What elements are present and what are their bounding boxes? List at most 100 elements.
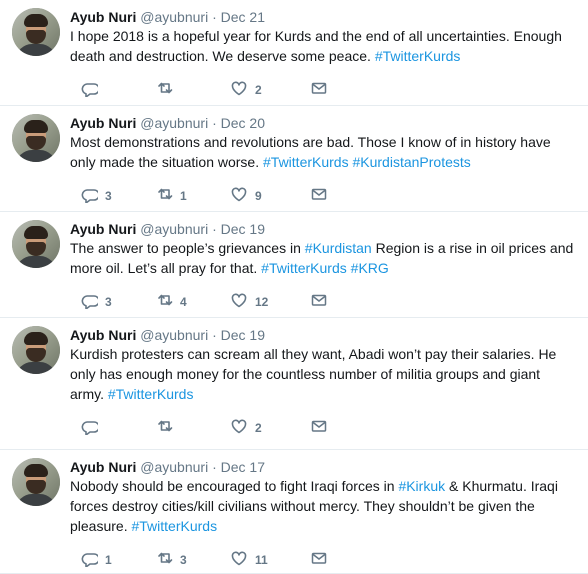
- author-handle[interactable]: @ayubnuri: [140, 459, 208, 475]
- direct-message-button[interactable]: [310, 80, 328, 100]
- text-segment: pleasure.: [70, 518, 132, 534]
- retweet-button[interactable]: [155, 418, 180, 438]
- hashtag-link[interactable]: #TwitterKurds: [261, 260, 347, 276]
- avatar[interactable]: [12, 458, 60, 506]
- tweet-header: Ayub Nuri @ayubnuri · Dec 17: [70, 458, 265, 476]
- reply-button[interactable]: 3: [80, 292, 112, 312]
- author-name[interactable]: Ayub Nuri: [70, 115, 136, 131]
- text-segment: Most demonstrations and revolutions are …: [70, 134, 551, 150]
- author-name[interactable]: Ayub Nuri: [70, 327, 136, 343]
- tweet-text-line: I hope 2018 is a hopeful year for Kurds …: [70, 26, 580, 46]
- tweet-date[interactable]: Dec 17: [221, 459, 265, 475]
- replies-count: 3: [105, 295, 112, 309]
- tweet-date[interactable]: Dec 19: [221, 327, 265, 343]
- hashtag-link[interactable]: #TwitterKurds: [263, 154, 349, 170]
- tweet-text-line: The answer to people’s grievances in #Ku…: [70, 238, 580, 258]
- tweet-text: Nobody should be encouraged to fight Ira…: [70, 476, 580, 536]
- text-segment: Nobody should be encouraged to fight Ira…: [70, 478, 399, 494]
- tweet-text-line: Nobody should be encouraged to fight Ira…: [70, 476, 580, 496]
- retweet-icon: [155, 79, 173, 102]
- tweet-text: Most demonstrations and revolutions are …: [70, 132, 580, 172]
- author-name[interactable]: Ayub Nuri: [70, 221, 136, 237]
- reply-icon: [80, 291, 100, 314]
- like-button[interactable]: 12: [230, 292, 268, 312]
- like-button[interactable]: 2: [230, 80, 262, 100]
- tweet-actions: 1 3 11: [70, 550, 570, 570]
- likes-count: 11: [255, 553, 268, 567]
- hashtag-link[interactable]: #TwitterKurds: [108, 386, 194, 402]
- retweets-count: 1: [180, 189, 187, 203]
- tweet-date[interactable]: Dec 20: [221, 115, 265, 131]
- text-segment: & Khurmatu. Iraqi: [445, 478, 558, 494]
- reply-button[interactable]: 1: [80, 550, 112, 570]
- likes-count: 2: [255, 421, 262, 435]
- tweet-item[interactable]: Ayub Nuri @ayubnuri · Dec 20 Most demonst…: [0, 106, 588, 212]
- likes-count: 12: [255, 295, 269, 309]
- tweet-timeline: Ayub Nuri @ayubnuri · Dec 21 I hope 2018 …: [0, 0, 588, 574]
- hashtag-link[interactable]: #TwitterKurds: [375, 48, 461, 64]
- hashtag-link[interactable]: #KRG: [351, 260, 389, 276]
- envelope-icon: [310, 291, 328, 314]
- text-segment: Region is a rise in oil prices and: [371, 240, 574, 256]
- retweet-button[interactable]: 3: [155, 550, 187, 570]
- hashtag-link[interactable]: #KurdistanProtests: [352, 154, 470, 170]
- direct-message-button[interactable]: [310, 292, 328, 312]
- reply-icon: [80, 185, 100, 208]
- tweet-text-line: forces destroy cities/kill civilians wit…: [70, 496, 580, 516]
- author-handle[interactable]: @ayubnuri: [140, 221, 208, 237]
- avatar[interactable]: [12, 8, 60, 56]
- tweet-actions: 2: [70, 418, 570, 438]
- retweet-button[interactable]: 1: [155, 186, 187, 206]
- tweet-item[interactable]: Ayub Nuri @ayubnuri · Dec 21 I hope 2018 …: [0, 0, 588, 106]
- like-button[interactable]: 11: [230, 550, 268, 570]
- hashtag-link[interactable]: #Kurdistan: [305, 240, 372, 256]
- retweet-icon: [155, 417, 173, 440]
- retweet-button[interactable]: [155, 80, 180, 100]
- reply-button[interactable]: [80, 80, 105, 100]
- text-segment: forces destroy cities/kill civilians wit…: [70, 498, 535, 514]
- text-segment: more oil. Let’s all pray for that.: [70, 260, 262, 276]
- heart-icon: [230, 291, 248, 314]
- tweet-header: Ayub Nuri @ayubnuri · Dec 19: [70, 220, 265, 238]
- tweet-text-line: death and destruction. We deserve some p…: [70, 46, 580, 66]
- reply-icon: [80, 79, 100, 102]
- direct-message-button[interactable]: [310, 186, 328, 206]
- tweet-date[interactable]: Dec 19: [221, 221, 265, 237]
- hashtag-link[interactable]: #Kirkuk: [398, 478, 445, 494]
- tweet-text-line: only has enough money for the countless …: [70, 364, 580, 384]
- tweet-text-line: Kurdish protesters can scream all they w…: [70, 344, 580, 364]
- separator-dot: ·: [212, 9, 217, 25]
- envelope-icon: [310, 549, 328, 572]
- tweet-text-line: pleasure. #TwitterKurds: [70, 516, 580, 536]
- tweet-text: I hope 2018 is a hopeful year for Kurds …: [70, 26, 580, 66]
- author-name[interactable]: Ayub Nuri: [70, 9, 136, 25]
- author-handle[interactable]: @ayubnuri: [140, 327, 208, 343]
- text-segment: death and destruction. We deserve some p…: [70, 48, 375, 64]
- tweet-item[interactable]: Ayub Nuri @ayubnuri · Dec 17 Nobody shoul…: [0, 450, 588, 574]
- author-name[interactable]: Ayub Nuri: [70, 459, 136, 475]
- like-button[interactable]: 9: [230, 186, 262, 206]
- reply-button[interactable]: [80, 418, 105, 438]
- author-handle[interactable]: @ayubnuri: [140, 9, 208, 25]
- reply-icon: [80, 417, 100, 440]
- text-segment: army.: [70, 386, 108, 402]
- avatar[interactable]: [12, 220, 60, 268]
- text-segment: only has enough money for the countless …: [70, 366, 541, 382]
- tweet-actions: 3 1 9: [70, 186, 570, 206]
- reply-button[interactable]: 3: [80, 186, 112, 206]
- tweet-header: Ayub Nuri @ayubnuri · Dec 19: [70, 326, 265, 344]
- tweet-item[interactable]: Ayub Nuri @ayubnuri · Dec 19 The answer t…: [0, 212, 588, 318]
- retweet-button[interactable]: 4: [155, 292, 187, 312]
- avatar[interactable]: [12, 326, 60, 374]
- likes-count: 2: [255, 83, 262, 97]
- like-button[interactable]: 2: [230, 418, 262, 438]
- direct-message-button[interactable]: [310, 418, 328, 438]
- hashtag-link[interactable]: #TwitterKurds: [131, 518, 217, 534]
- direct-message-button[interactable]: [310, 550, 328, 570]
- tweet-actions: 2: [70, 80, 570, 100]
- retweets-count: 4: [180, 295, 187, 309]
- avatar[interactable]: [12, 114, 60, 162]
- tweet-item[interactable]: Ayub Nuri @ayubnuri · Dec 19 Kurdish prot…: [0, 318, 588, 450]
- tweet-date[interactable]: Dec 21: [221, 9, 265, 25]
- author-handle[interactable]: @ayubnuri: [140, 115, 208, 131]
